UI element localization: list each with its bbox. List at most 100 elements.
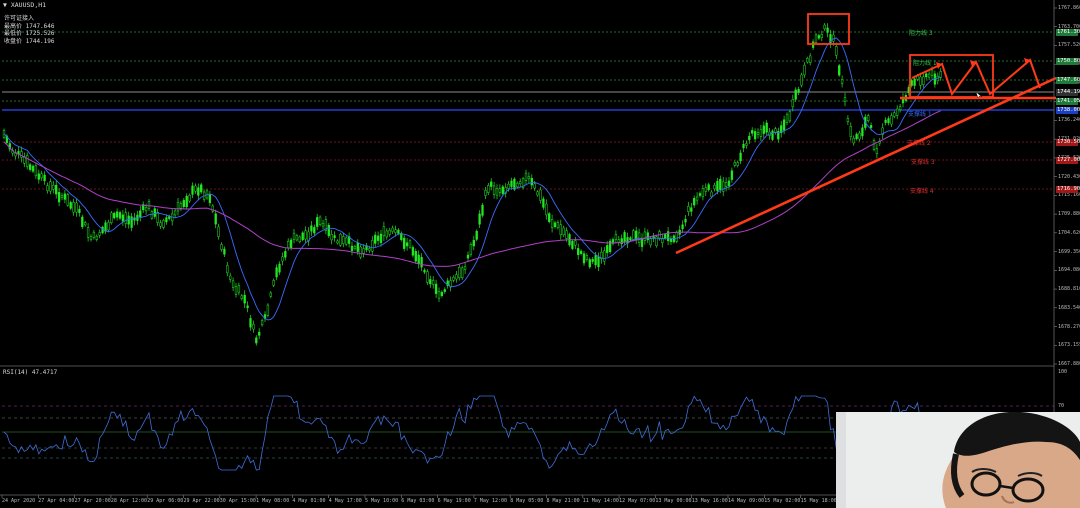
candle-body [591, 259, 594, 262]
candle-body [927, 73, 931, 78]
menu-arrow-icon[interactable]: ▼ [3, 1, 7, 9]
candle-body [327, 224, 330, 237]
candle-body [304, 230, 307, 240]
candle-body [289, 239, 293, 249]
time-tick-label: 29 Apr 06:00 [147, 498, 184, 504]
candle-body [846, 118, 850, 123]
info-line: 最低价 1725.526 [4, 30, 55, 37]
candle-body [429, 279, 432, 285]
candle-body [426, 271, 429, 283]
candle-body [782, 119, 786, 131]
candle-body [345, 237, 348, 245]
price-tag: 1730.500 [1056, 138, 1080, 146]
candle-body [301, 232, 304, 240]
time-tick-label: 14 May 09:00 [728, 498, 765, 504]
candle-body [333, 235, 336, 238]
time-tick-label: 7 May 12:00 [473, 498, 508, 504]
candle-body [284, 251, 287, 258]
candle-body [548, 213, 551, 222]
candle-body [858, 132, 861, 140]
candle-body [113, 212, 116, 219]
candle-body [545, 203, 548, 216]
chart-window[interactable]: ▼ XAUUSD,H1 许可证接入 最高价 1747.646 最低价 1725.… [0, 0, 1080, 508]
candle-body [452, 277, 455, 281]
price-tag: 1727.000 [1056, 156, 1080, 164]
candle-body [405, 242, 409, 247]
candle-body [704, 187, 707, 192]
candle-body [423, 269, 426, 273]
candle-body [40, 173, 43, 179]
time-tick-label: 15 May 02:00 [764, 498, 801, 504]
candle-body [281, 256, 284, 262]
candle-body [603, 250, 606, 262]
candle-body [374, 234, 377, 244]
candle-body [588, 259, 591, 268]
candle-body [260, 320, 264, 326]
person-video-icon [836, 412, 1080, 508]
candle-body [910, 80, 913, 86]
candle-body [72, 202, 75, 213]
candle-body [231, 280, 235, 288]
candle-body [556, 222, 560, 228]
candle-body [713, 184, 716, 190]
level-label: 阻力线 1 [913, 60, 937, 67]
candle-body [292, 232, 296, 240]
candle-body [606, 245, 609, 253]
candle-body [81, 216, 84, 228]
candle-body [60, 195, 64, 198]
price-tick-label: 1767.860 [1058, 5, 1080, 11]
candle-body [646, 232, 649, 241]
candle-body [316, 217, 319, 227]
candle-body [919, 76, 922, 86]
candle-body [417, 254, 420, 264]
trend-annotations [675, 13, 1057, 255]
candle-body [159, 222, 162, 227]
candle-body [861, 127, 864, 137]
price-tick-label: 1673.155 [1058, 342, 1080, 349]
candle-body [379, 233, 383, 244]
level-label: 阻力线 3 [909, 30, 933, 37]
candle-body [693, 197, 696, 206]
candle-body [577, 248, 580, 256]
candle-body [835, 46, 838, 56]
candle-body [823, 24, 826, 30]
price-tag: 1716.900 [1056, 185, 1080, 193]
candle-body [719, 178, 722, 190]
candle-body [597, 256, 600, 268]
candle-body [339, 234, 342, 246]
rsi-tick-label: 100 [1058, 369, 1068, 375]
candle-body [849, 126, 852, 137]
candle-body [855, 133, 858, 140]
price-tick-label: 1720.430 [1058, 173, 1080, 180]
candle-body [765, 122, 768, 133]
moving-averages [3, 37, 941, 321]
candle-body [913, 78, 916, 86]
price-tick-label: 1704.620 [1058, 229, 1080, 236]
candle-body [727, 180, 731, 187]
candle-body [574, 240, 577, 246]
candle-body [806, 58, 809, 63]
candle-body [684, 218, 687, 223]
info-line: 许可证接入 [4, 15, 35, 22]
candle-body [310, 225, 313, 232]
candle-body [321, 222, 325, 227]
candle-body [751, 130, 754, 134]
candle-body [411, 247, 415, 256]
candle-body [385, 230, 388, 238]
candle-body [536, 191, 539, 196]
candle-body [220, 244, 223, 250]
candle-body [559, 224, 562, 235]
price-tick-label: 1678.270 [1058, 323, 1080, 330]
candle-body [710, 191, 713, 197]
candle-body [359, 246, 362, 258]
time-tick-label: 27 Apr 20:00 [74, 498, 111, 504]
candle-body [55, 184, 58, 195]
candle-body [501, 186, 504, 194]
candle-body [437, 291, 441, 299]
time-tick-label: 1 May 08:00 [256, 498, 290, 504]
candle-body [95, 236, 98, 240]
candle-body [939, 71, 942, 78]
candle-body [153, 208, 156, 217]
candle-body [519, 181, 522, 185]
candle-body [92, 231, 96, 238]
